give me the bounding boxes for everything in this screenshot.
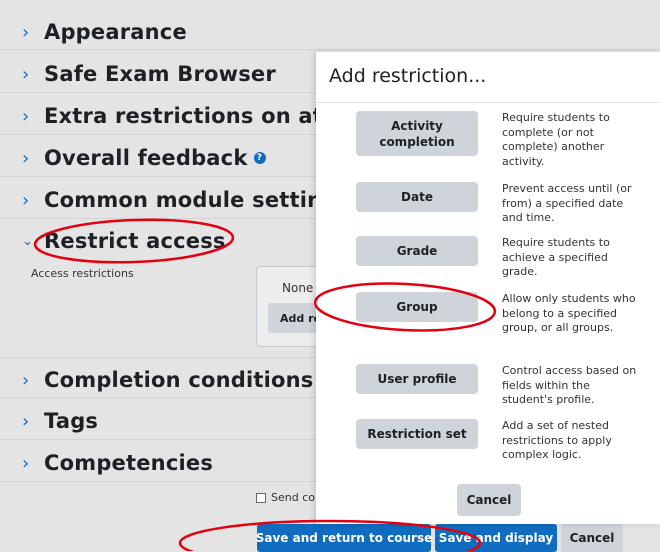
chevron-right-icon: › xyxy=(22,105,30,127)
section-header-competencies[interactable]: › Competencies xyxy=(22,451,213,475)
section-header-safe-exam-browser[interactable]: › Safe Exam Browser xyxy=(22,62,276,86)
chevron-right-icon: › xyxy=(22,63,30,85)
chevron-right-icon: › xyxy=(22,369,30,391)
section-title: Tags xyxy=(44,409,99,433)
section-title: Common module settings xyxy=(44,188,351,212)
activity-completion-button[interactable]: Activity completion xyxy=(356,111,478,156)
chevron-down-icon: ⌄ xyxy=(22,233,34,249)
chevron-right-icon: › xyxy=(22,189,30,211)
grade-desc: Require students to achieve a specified … xyxy=(502,236,610,278)
section-title: Competencies xyxy=(44,451,214,475)
none-text: None xyxy=(282,281,314,295)
modal-divider xyxy=(316,102,660,103)
access-restrictions-label: Access restrictions xyxy=(31,267,134,280)
date-button[interactable]: Date xyxy=(356,182,478,212)
grade-button[interactable]: Grade xyxy=(356,236,478,266)
section-header-restrict-access[interactable]: ⌄ Restrict access xyxy=(22,229,226,253)
chevron-right-icon: › xyxy=(22,410,30,432)
send-label: Send co xyxy=(271,491,315,504)
section-title: Overall feedback xyxy=(44,146,248,170)
section-title: Completion conditions xyxy=(44,368,314,392)
section-title: Safe Exam Browser xyxy=(44,62,276,86)
group-button[interactable]: Group xyxy=(356,292,478,322)
group-desc: Allow only students who belong to a spec… xyxy=(502,292,636,334)
save-and-return-button[interactable]: Save and return to course xyxy=(256,524,432,552)
send-content-change-row[interactable]: Send co xyxy=(256,491,315,504)
section-header-tags[interactable]: › Tags xyxy=(22,409,98,433)
section-header-common-module-settings[interactable]: › Common module settings xyxy=(22,188,350,212)
restriction-set-desc: Add a set of nested restrictions to appl… xyxy=(502,419,612,461)
add-restriction-modal: Add restriction... Activity completion R… xyxy=(316,52,660,524)
modal-cancel-button[interactable]: Cancel xyxy=(457,484,521,516)
date-desc: Prevent access until (or from) a specifi… xyxy=(502,182,632,224)
section-header-completion-conditions[interactable]: › Completion conditions xyxy=(22,368,314,392)
divider xyxy=(0,49,660,50)
section-title: Restrict access xyxy=(44,229,226,253)
restriction-set-button[interactable]: Restriction set xyxy=(356,419,478,449)
section-title: Appearance xyxy=(44,20,187,44)
chevron-right-icon: › xyxy=(22,21,30,43)
send-checkbox[interactable] xyxy=(256,492,266,503)
chevron-right-icon: › xyxy=(22,147,30,169)
activity-completion-desc: Require students to complete (or not com… xyxy=(502,111,610,168)
user-profile-desc: Control access based on fields within th… xyxy=(502,364,637,406)
section-header-overall-feedback[interactable]: › Overall feedback ? xyxy=(22,146,266,170)
save-and-display-button[interactable]: Save and display xyxy=(435,524,557,552)
section-header-appearance[interactable]: › Appearance xyxy=(22,20,187,44)
chevron-right-icon: › xyxy=(22,452,30,474)
modal-title: Add restriction... xyxy=(329,65,487,87)
help-icon[interactable]: ? xyxy=(253,152,266,164)
user-profile-button[interactable]: User profile xyxy=(356,364,478,394)
cancel-button[interactable]: Cancel xyxy=(561,524,623,552)
